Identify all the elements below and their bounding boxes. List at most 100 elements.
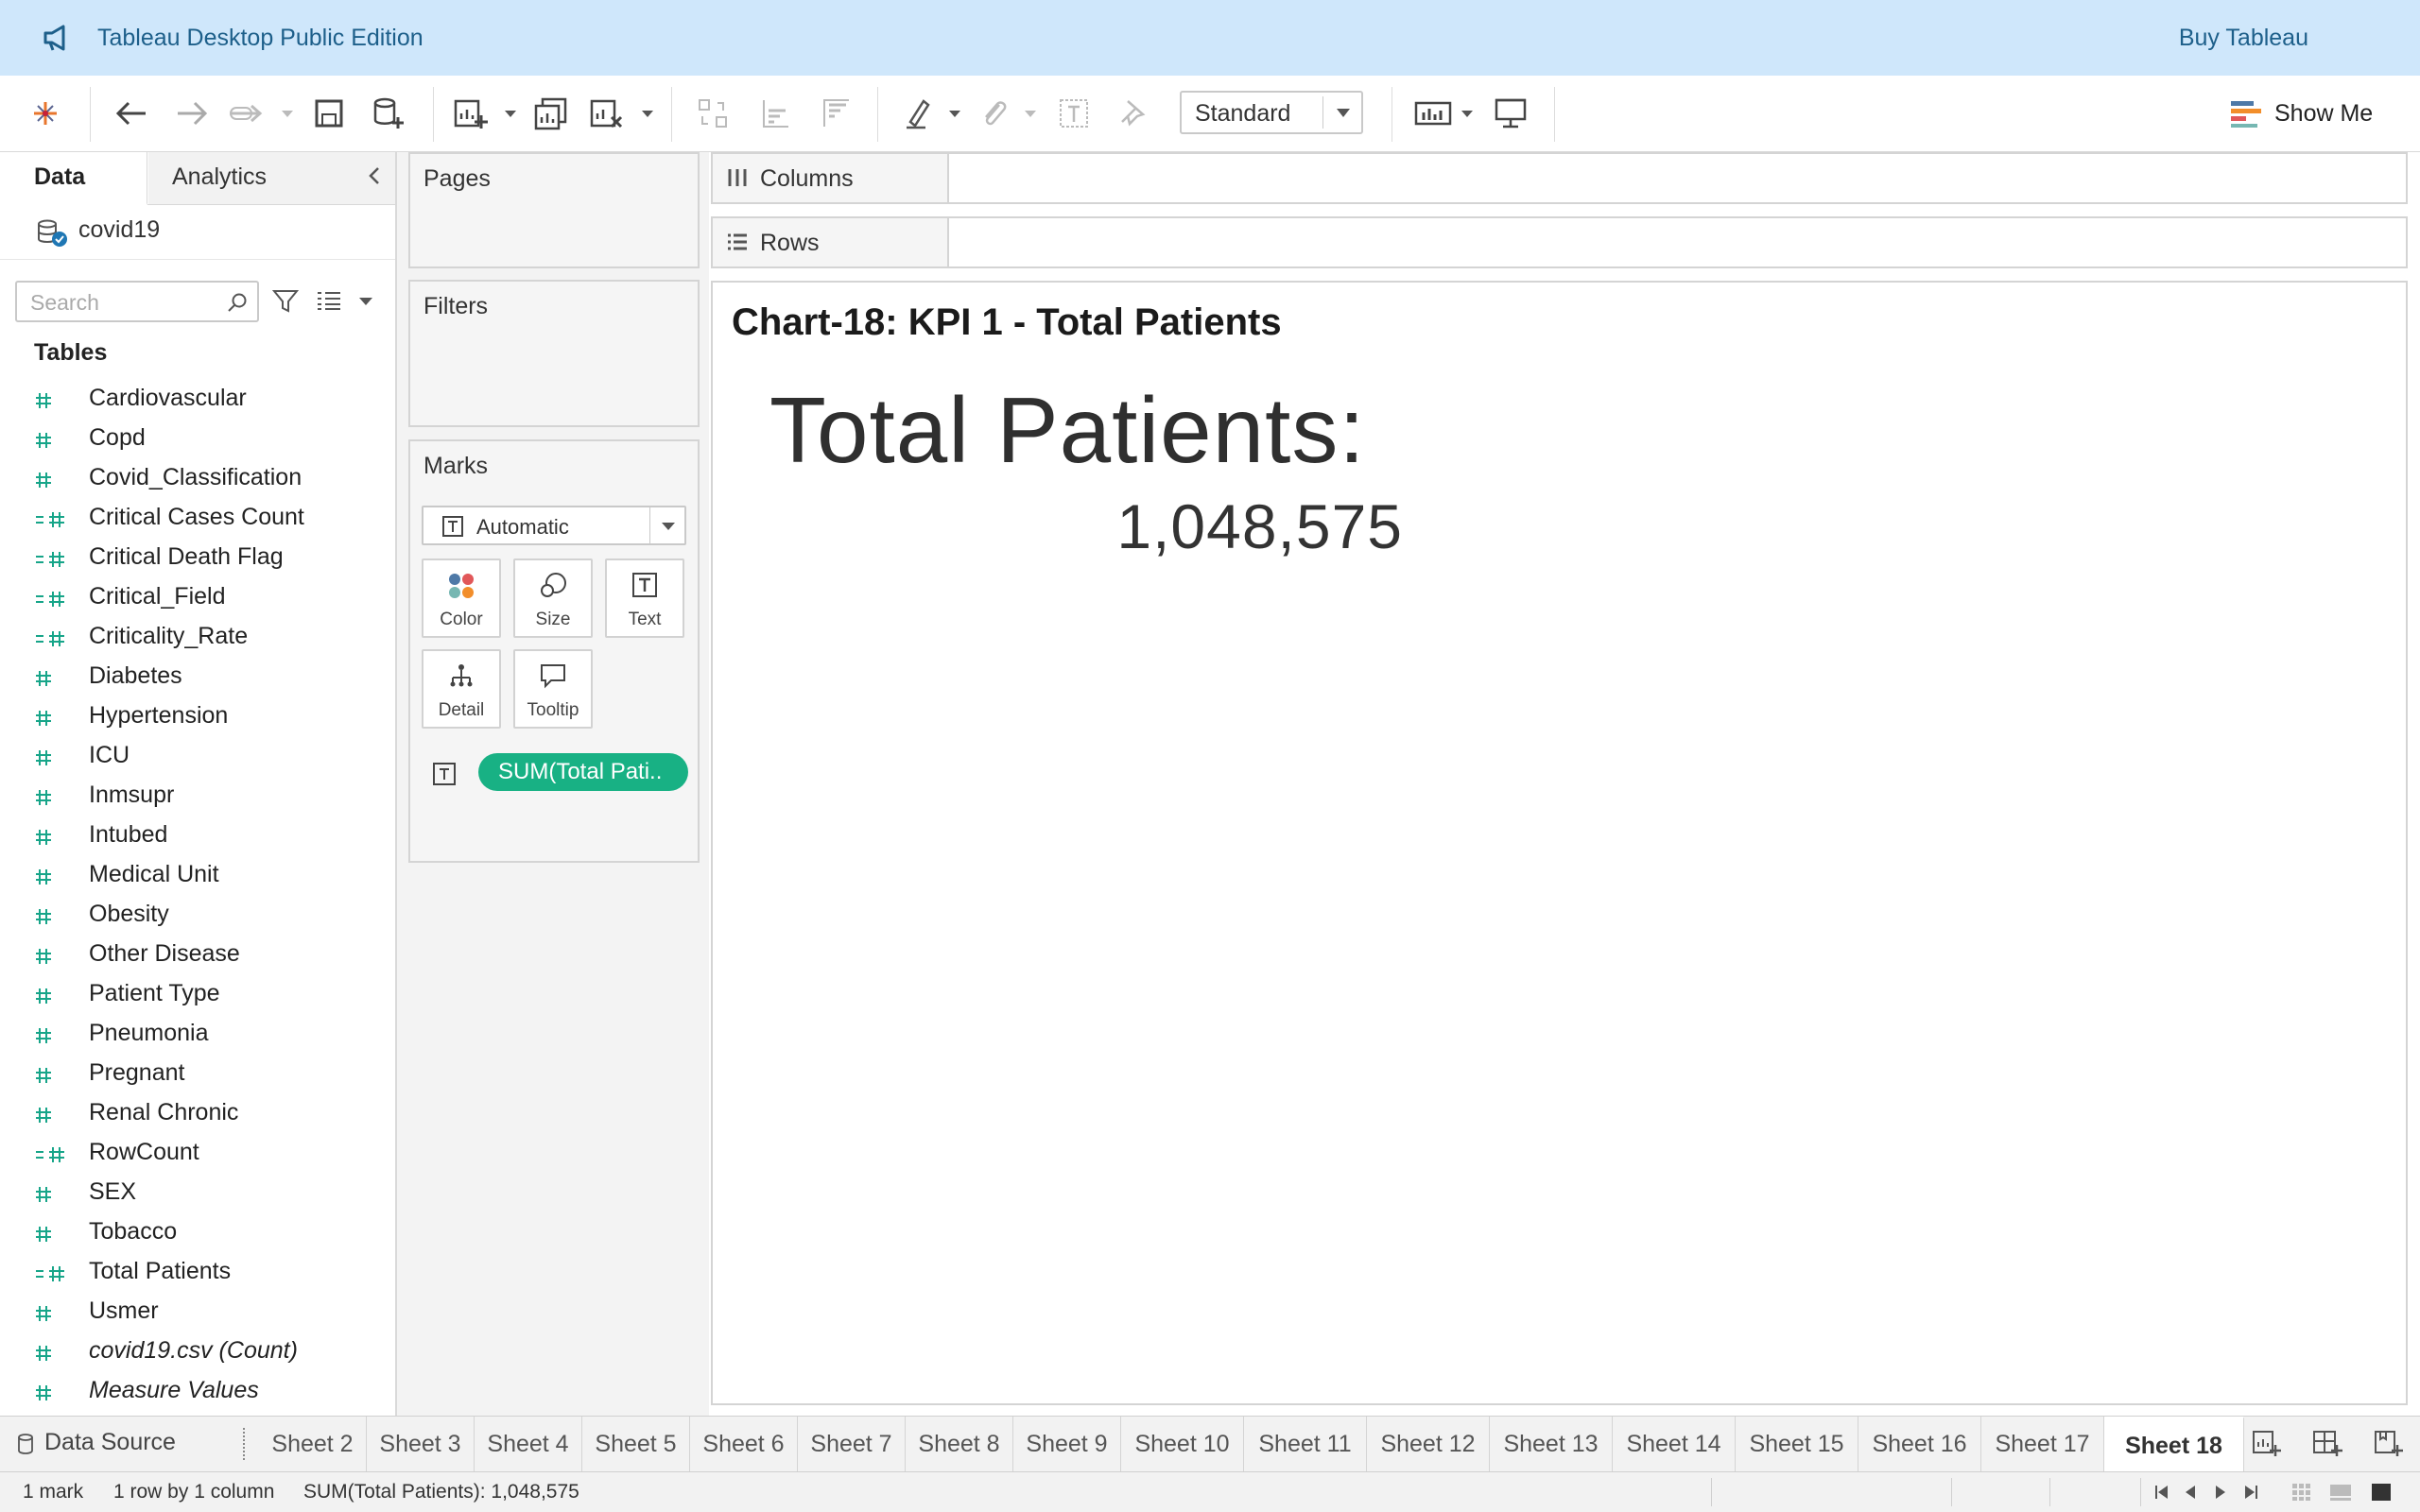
show-cards-icon[interactable] xyxy=(1412,93,1454,134)
field-item[interactable]: Diabetes xyxy=(0,658,395,697)
datasource-row[interactable]: covid19 xyxy=(0,205,395,260)
field-item[interactable]: Criticality_Rate xyxy=(0,618,395,658)
tab-sheet-8[interactable]: Sheet 8 xyxy=(906,1417,1013,1471)
field-item[interactable]: Medical Unit xyxy=(0,856,395,896)
text-button[interactable]: Text xyxy=(605,558,684,638)
field-item[interactable]: Hypertension xyxy=(0,697,395,737)
tab-sheet-10[interactable]: Sheet 10 xyxy=(1121,1417,1244,1471)
show-filmstrip-icon[interactable] xyxy=(2329,1483,2352,1502)
new-dashboard-tab-icon[interactable] xyxy=(2312,1428,2342,1458)
field-item[interactable]: Other Disease xyxy=(0,936,395,975)
field-item[interactable]: Critical Death Flag xyxy=(0,539,395,578)
show-sheet-sorter-icon[interactable] xyxy=(2291,1483,2312,1502)
field-item[interactable]: Patient Type xyxy=(0,975,395,1015)
tab-sheet-6[interactable]: Sheet 6 xyxy=(690,1417,798,1471)
rows-drop-zone[interactable] xyxy=(949,218,2406,266)
new-worksheet-dropdown-icon[interactable] xyxy=(505,111,516,117)
columns-drop-zone[interactable] xyxy=(949,154,2406,202)
tab-sheet-7[interactable]: Sheet 7 xyxy=(798,1417,906,1471)
tab-sheet-13[interactable]: Sheet 13 xyxy=(1490,1417,1613,1471)
sort-ascending-icon[interactable] xyxy=(756,93,794,134)
field-item[interactable]: Pneumonia xyxy=(0,1015,395,1055)
field-item[interactable]: covid19.csv (Count) xyxy=(0,1332,395,1372)
group-members-icon[interactable] xyxy=(976,93,1013,134)
undo-icon[interactable] xyxy=(110,93,153,134)
field-item[interactable]: Pregnant xyxy=(0,1055,395,1094)
color-button[interactable]: Color xyxy=(422,558,501,638)
new-worksheet-tab-icon[interactable] xyxy=(2252,1428,2282,1458)
field-item[interactable]: Measure Values xyxy=(0,1372,395,1412)
worksheet-view[interactable]: Chart-18: KPI 1 - Total Patients Total P… xyxy=(711,281,2408,1405)
tab-sheet-16[interactable]: Sheet 16 xyxy=(1858,1417,1981,1471)
new-datasource-icon[interactable] xyxy=(369,93,408,134)
tab-sheet-17[interactable]: Sheet 17 xyxy=(1981,1417,2104,1471)
presentation-mode-icon[interactable] xyxy=(1490,93,1531,134)
view-size-select[interactable]: Standard xyxy=(1180,91,1363,134)
field-search[interactable] xyxy=(15,281,259,322)
sort-descending-icon[interactable] xyxy=(817,93,855,134)
view-list-dropdown-icon[interactable] xyxy=(359,298,372,305)
tab-data[interactable]: Data xyxy=(0,152,147,205)
mark-type-select[interactable]: Automatic xyxy=(422,506,686,545)
buy-tableau-link[interactable]: Buy Tableau xyxy=(2179,23,2308,53)
tab-sheet-15[interactable]: Sheet 15 xyxy=(1736,1417,1858,1471)
replay-dropdown-icon[interactable] xyxy=(282,111,293,117)
tab-analytics[interactable]: Analytics xyxy=(148,152,395,204)
pages-shelf[interactable]: Pages xyxy=(408,152,700,268)
save-icon[interactable] xyxy=(310,93,348,134)
field-item[interactable]: Critical Cases Count xyxy=(0,499,395,539)
field-item[interactable]: Covid_Classification xyxy=(0,459,395,499)
text-encoding-icon[interactable] xyxy=(433,763,456,785)
highlight-icon[interactable] xyxy=(900,93,938,134)
tableau-logo-icon[interactable] xyxy=(26,93,64,134)
field-item[interactable]: Cardiovascular xyxy=(0,380,395,420)
tab-sheet-2[interactable]: Sheet 2 xyxy=(259,1417,367,1471)
search-input[interactable] xyxy=(30,288,219,317)
show-tabs-icon[interactable] xyxy=(2371,1483,2392,1502)
size-button[interactable]: Size xyxy=(513,558,593,638)
field-item[interactable]: Inmsupr xyxy=(0,777,395,816)
view-list-icon[interactable] xyxy=(316,290,342,311)
sheet-title[interactable]: Chart-18: KPI 1 - Total Patients xyxy=(732,301,1282,344)
show-cards-dropdown-icon[interactable] xyxy=(1461,111,1473,117)
highlight-dropdown-icon[interactable] xyxy=(949,111,960,117)
collapse-pane-icon[interactable] xyxy=(367,165,382,186)
redo-icon[interactable] xyxy=(170,93,214,134)
tab-sheet-12[interactable]: Sheet 12 xyxy=(1367,1417,1490,1471)
swap-rows-columns-icon[interactable] xyxy=(694,93,732,134)
filters-shelf[interactable]: Filters xyxy=(408,280,700,427)
tab-sheet-5[interactable]: Sheet 5 xyxy=(582,1417,690,1471)
fix-axes-icon[interactable] xyxy=(1114,93,1151,134)
field-item[interactable]: Obesity xyxy=(0,896,395,936)
field-item[interactable]: Total Patients xyxy=(0,1253,395,1293)
clear-sheet-dropdown-icon[interactable] xyxy=(642,111,653,117)
field-item[interactable]: Renal Chronic xyxy=(0,1094,395,1134)
kpi-value[interactable]: 1,048,575 xyxy=(1114,490,1403,562)
data-source-tab[interactable]: Data Source xyxy=(0,1417,246,1471)
replay-icon[interactable] xyxy=(227,93,272,134)
previous-sheet-icon[interactable] xyxy=(2184,1483,2197,1502)
new-worksheet-icon[interactable] xyxy=(450,93,492,134)
field-item[interactable]: Usmer xyxy=(0,1293,395,1332)
show-me-button[interactable]: Show Me xyxy=(2231,96,2373,130)
group-dropdown-icon[interactable] xyxy=(1025,111,1036,117)
sum-total-patients-pill[interactable]: SUM(Total Pati.. xyxy=(478,753,688,791)
filter-icon[interactable] xyxy=(272,288,299,315)
new-story-tab-icon[interactable] xyxy=(2373,1428,2403,1458)
tab-sheet-9[interactable]: Sheet 9 xyxy=(1013,1417,1121,1471)
show-mark-labels-icon[interactable] xyxy=(1055,93,1093,134)
tab-sheet-18[interactable]: Sheet 18 xyxy=(2104,1417,2244,1471)
next-sheet-icon[interactable] xyxy=(2214,1483,2227,1502)
tooltip-button[interactable]: Tooltip xyxy=(513,649,593,729)
field-item[interactable]: SEX xyxy=(0,1174,395,1213)
tab-sheet-4[interactable]: Sheet 4 xyxy=(475,1417,582,1471)
first-sheet-icon[interactable] xyxy=(2153,1483,2170,1502)
field-item[interactable]: Intubed xyxy=(0,816,395,856)
field-item[interactable]: RowCount xyxy=(0,1134,395,1174)
field-item[interactable]: ICU xyxy=(0,737,395,777)
field-item[interactable]: Critical_Field xyxy=(0,578,395,618)
detail-button[interactable]: Detail xyxy=(422,649,501,729)
last-sheet-icon[interactable] xyxy=(2242,1483,2259,1502)
duplicate-sheet-icon[interactable] xyxy=(531,93,571,134)
tab-sheet-14[interactable]: Sheet 14 xyxy=(1613,1417,1736,1471)
